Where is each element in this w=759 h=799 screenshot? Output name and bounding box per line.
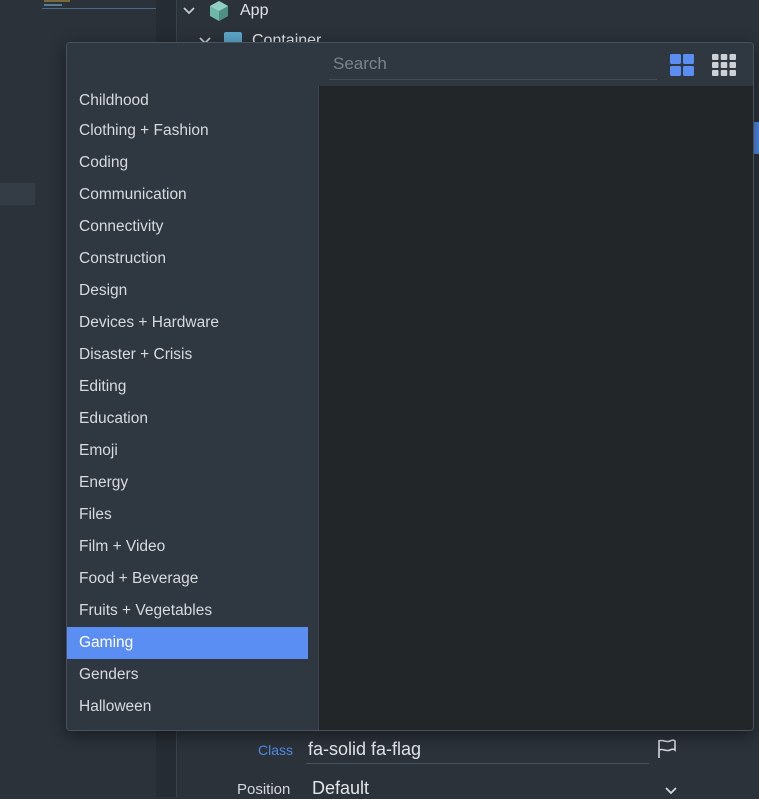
icon-picker-popup: Childhood Clothing + Fashion Coding Comm… [66,42,754,731]
category-item[interactable]: Construction [67,243,308,275]
position-select[interactable]: Default [312,778,369,799]
category-item[interactable]: Energy [67,467,308,499]
position-label: Position [237,781,291,798]
chevron-down-icon[interactable] [664,784,678,798]
category-item[interactable]: Clothing + Fashion [67,115,308,147]
large-grid-button[interactable] [669,52,695,78]
category-item[interactable]: Coding [67,147,308,179]
category-item[interactable]: Devices + Hardware [67,307,308,339]
class-field[interactable]: fa-solid fa-flag [308,736,421,762]
small-grid-icon [712,54,736,76]
search-field[interactable] [329,51,665,80]
cube-icon [208,0,230,22]
chevron-down-icon[interactable] [180,2,198,20]
category-list: Childhood Clothing + Fashion Coding Comm… [67,86,319,730]
category-item[interactable]: Files [67,499,308,531]
header-left [67,43,318,86]
minimap [42,0,156,10]
flag-icon[interactable] [655,737,679,761]
class-field-underline [306,763,649,764]
class-property: Class [258,739,293,761]
class-label: Class [258,742,294,758]
category-item[interactable]: Genders [67,659,308,691]
scroll-indicator [754,122,759,154]
category-item[interactable]: Connectivity [67,211,308,243]
class-value[interactable]: fa-solid fa-flag [308,739,421,760]
category-item[interactable]: Education [67,403,308,435]
popup-header [67,43,753,86]
tree-item-label: App [240,2,269,19]
category-item[interactable]: Emoji [67,435,308,467]
category-item[interactable]: Film + Video [67,531,308,563]
small-grid-button[interactable] [711,52,737,78]
position-property: Position [237,781,290,798]
category-item[interactable]: Editing [67,371,308,403]
category-item[interactable]: Communication [67,179,308,211]
icon-grid-area [319,86,753,730]
category-item[interactable]: Halloween [67,691,308,723]
search-input[interactable] [329,51,665,77]
category-item-selected[interactable]: Gaming [67,627,308,659]
category-item[interactable]: Fruits + Vegetables [67,595,308,627]
category-item[interactable]: Disaster + Crisis [67,339,308,371]
tree-item-app[interactable]: App [180,0,268,22]
category-item[interactable]: Childhood [67,86,308,115]
left-panel-selection [0,183,35,205]
category-item[interactable]: Food + Beverage [67,563,308,595]
large-grid-icon [670,54,694,76]
position-value: Default [312,778,370,798]
category-item[interactable]: Design [67,275,308,307]
